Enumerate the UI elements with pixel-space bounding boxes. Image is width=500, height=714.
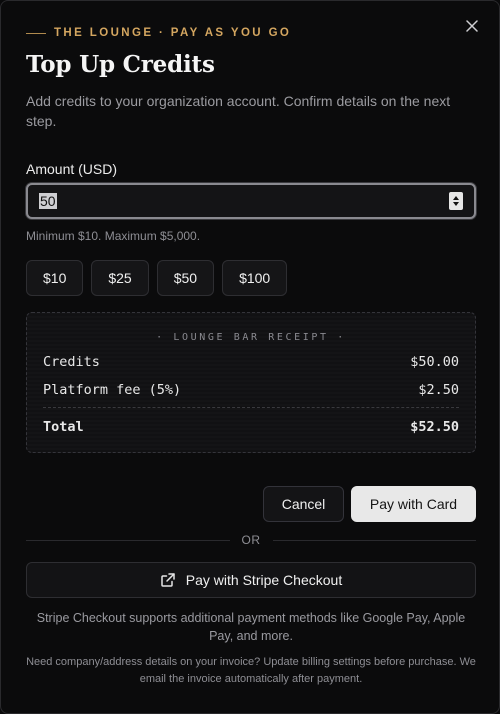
stepper-up-icon[interactable] xyxy=(453,196,459,200)
preset-amounts: $10 $25 $50 $100 xyxy=(26,260,288,296)
dialog-title: Top Up Credits xyxy=(26,51,215,78)
billing-note: Need company/address details on your inv… xyxy=(26,656,476,685)
amount-hint: Minimum $10. Maximum $5,000. xyxy=(26,229,201,243)
stripe-button-label: Pay with Stripe Checkout xyxy=(185,572,343,588)
preset-25-button[interactable]: $25 xyxy=(91,260,149,296)
amount-stepper[interactable] xyxy=(449,192,463,210)
close-icon xyxy=(466,20,478,32)
preset-50-button[interactable]: $50 xyxy=(156,260,215,296)
amount-input-value: 50 xyxy=(39,193,57,209)
pay-with-card-button[interactable]: Pay with Card xyxy=(351,486,476,522)
receipt-row-value: $50.00 xyxy=(410,354,459,370)
receipt-row-value: $2.50 xyxy=(418,382,459,398)
receipt-row-total: Total $52.50 xyxy=(43,419,459,435)
preset-10-button[interactable]: $10 xyxy=(26,260,84,296)
cancel-button[interactable]: Cancel xyxy=(263,486,344,522)
receipt-row-credits: Credits $50.00 xyxy=(43,354,459,370)
receipt: · LOUNGE BAR RECEIPT · Credits $50.00 Pl… xyxy=(26,312,476,453)
receipt-divider xyxy=(43,407,459,408)
preset-100-button[interactable]: $100 xyxy=(222,260,288,296)
receipt-title: · LOUNGE BAR RECEIPT · xyxy=(156,332,346,343)
amount-input[interactable]: 50 xyxy=(26,183,476,219)
receipt-row-label: Credits xyxy=(43,354,100,370)
amount-label: Amount (USD) xyxy=(26,161,118,177)
pay-with-stripe-button[interactable]: Pay with Stripe Checkout xyxy=(26,562,476,598)
divider-line xyxy=(26,539,230,541)
receipt-row-label: Platform fee (5%) xyxy=(43,382,182,398)
eyebrow-rule xyxy=(26,32,46,34)
stepper-down-icon[interactable] xyxy=(453,202,459,206)
or-divider: OR xyxy=(26,533,476,547)
eyebrow: THE LOUNGE · PAY AS YOU GO xyxy=(26,27,291,39)
dialog-subtitle: Add credits to your organization account… xyxy=(26,93,451,129)
or-label: OR xyxy=(241,533,261,547)
top-up-credits-dialog: THE LOUNGE · PAY AS YOU GO Top Up Credit… xyxy=(0,0,500,714)
receipt-total-label: Total xyxy=(43,419,84,435)
receipt-total-value: $52.50 xyxy=(410,419,459,435)
stripe-note: Stripe Checkout supports additional paym… xyxy=(36,611,466,643)
receipt-row-fee: Platform fee (5%) $2.50 xyxy=(43,382,459,398)
divider-line xyxy=(272,539,476,541)
eyebrow-text: THE LOUNGE · PAY AS YOU GO xyxy=(54,27,292,39)
close-button[interactable] xyxy=(461,15,483,37)
external-link-icon xyxy=(160,572,176,588)
